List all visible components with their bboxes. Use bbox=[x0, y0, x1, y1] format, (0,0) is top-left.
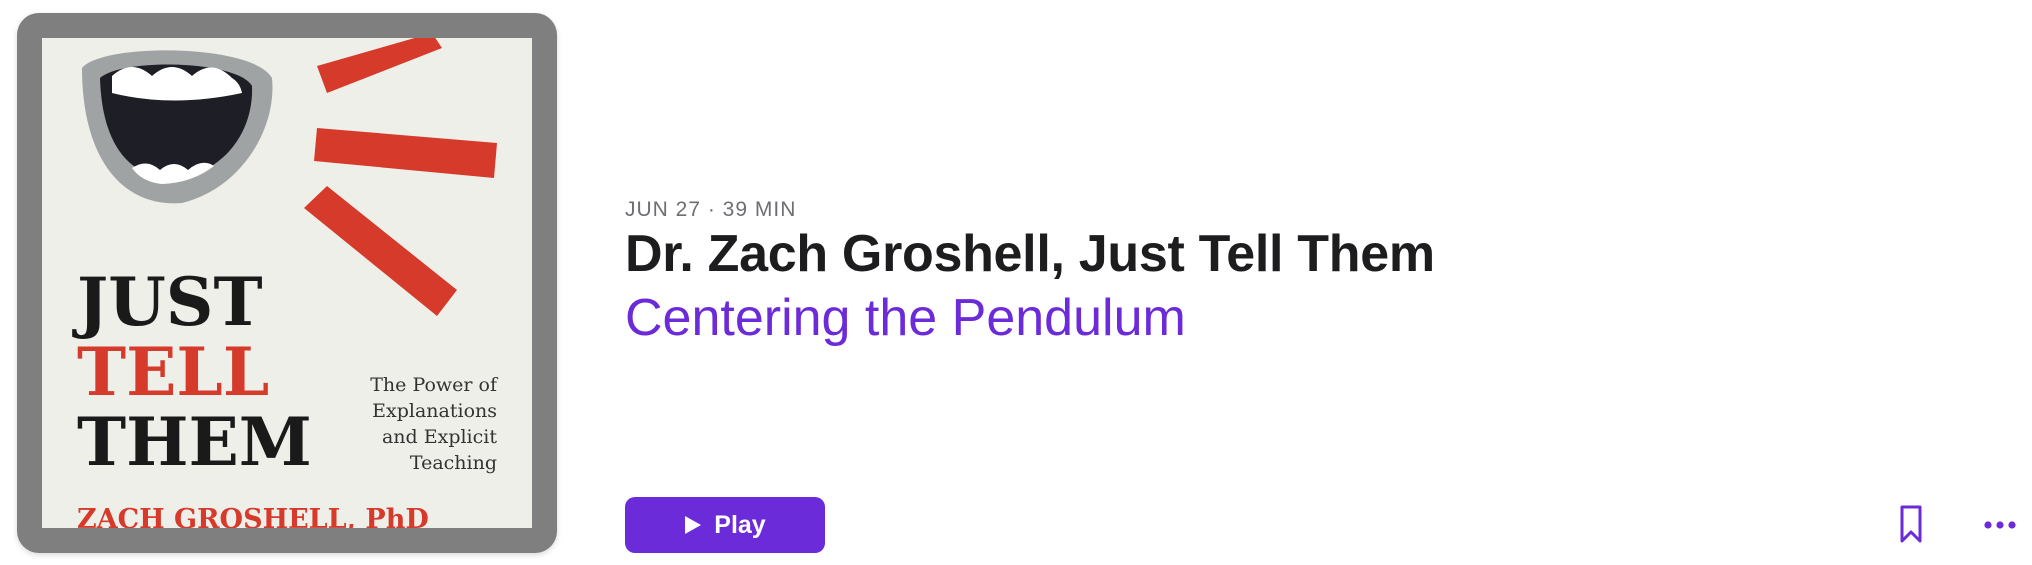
cover-subtitle-1: The Power of bbox=[370, 374, 499, 396]
bookmark-button[interactable] bbox=[1895, 503, 1927, 547]
play-button[interactable]: Play bbox=[625, 497, 825, 553]
more-icon bbox=[1984, 521, 2016, 529]
cover-line-them: THEM bbox=[77, 403, 312, 481]
episode-artwork[interactable]: JUST TELL THEM The Power of Explanations… bbox=[17, 13, 557, 553]
more-options-button[interactable] bbox=[1980, 507, 2024, 543]
show-name-link[interactable]: Centering the Pendulum bbox=[625, 288, 1186, 348]
bookmark-icon bbox=[1900, 505, 1922, 543]
cover-author: ZACH GROSHELL, PhD bbox=[77, 504, 429, 528]
episode-title: Dr. Zach Groshell, Just Tell Them bbox=[625, 225, 1435, 283]
cover-line-just: JUST bbox=[72, 263, 263, 341]
cover-subtitle-3: and Explicit bbox=[382, 426, 497, 448]
play-icon bbox=[684, 515, 702, 535]
cover-subtitle-4: Teaching bbox=[410, 452, 497, 474]
cover-line-tell: TELL bbox=[77, 333, 269, 411]
play-button-label: Play bbox=[714, 510, 766, 539]
cover-subtitle-2: Explanations bbox=[372, 400, 497, 422]
episode-meta: JUN 27 · 39 MIN bbox=[625, 198, 797, 221]
cover-image: JUST TELL THEM The Power of Explanations… bbox=[42, 38, 532, 528]
